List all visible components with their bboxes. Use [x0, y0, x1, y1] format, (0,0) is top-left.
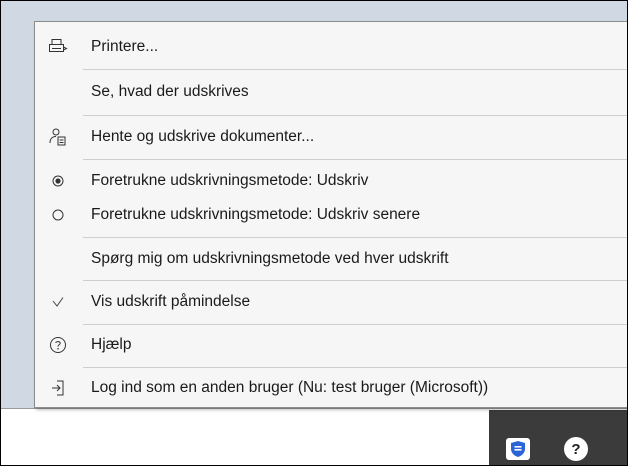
menu-item-label: Se, hvad der udskrives [91, 83, 249, 100]
menu-item-label: Printere... [91, 38, 159, 55]
menu-separator [83, 280, 627, 281]
menu-item-view-queue[interactable]: Se, hvad der udskrives [35, 75, 627, 109]
taskbar: ? [1, 408, 627, 465]
menu-item-help[interactable]: Hjælp [35, 328, 627, 362]
menu-separator [83, 159, 627, 160]
printer-icon [35, 30, 81, 64]
screen: ? Printere... Se, hvad der udskrives Hen… [0, 0, 628, 466]
menu-item-label: Vis udskrift påmindelse [91, 293, 251, 310]
menu-item-label: Hente og udskrive dokumenter... [91, 128, 315, 145]
help-icon [35, 328, 81, 362]
menu-separator [83, 115, 627, 116]
menu-item-label: Hjælp [91, 336, 132, 353]
menu-separator [83, 367, 627, 368]
checkmark-icon [35, 285, 81, 319]
menu-item-label: Log ind som en anden bruger (Nu: test br… [91, 379, 489, 396]
shield-icon[interactable] [506, 438, 530, 460]
menu-item-label: Spørg mig om udskrivningsmetode ved hver… [91, 250, 449, 267]
menu-item-fetch-print[interactable]: Hente og udskrive dokumenter... [35, 120, 627, 154]
menu-separator [83, 69, 627, 70]
menu-item-label: Foretrukne udskrivningsmetode: Udskriv [91, 172, 369, 189]
user-document-icon [35, 120, 81, 154]
menu-separator [83, 324, 627, 325]
menu-item-label: Foretrukne udskrivningsmetode: Udskriv s… [91, 206, 421, 223]
radio-empty-icon [35, 199, 81, 231]
menu-item-ask-method[interactable]: Spørg mig om udskrivningsmetode ved hver… [35, 242, 627, 276]
menu-separator [83, 237, 627, 238]
menu-item-method-print[interactable]: Foretrukne udskrivningsmetode: Udskriv [35, 165, 627, 197]
menu-item-printers[interactable]: Printere... [35, 30, 627, 64]
radio-selected-icon [35, 165, 81, 197]
help-icon[interactable]: ? [564, 437, 588, 461]
context-menu: Printere... Se, hvad der udskrives Hente… [34, 21, 627, 408]
menu-item-sign-in-other[interactable]: Log ind som en anden bruger (Nu: test br… [35, 371, 627, 405]
menu-item-show-reminder[interactable]: Vis udskrift påmindelse [35, 285, 627, 319]
menu-item-method-print-later[interactable]: Foretrukne udskrivningsmetode: Udskriv s… [35, 199, 627, 231]
sign-in-icon [35, 371, 81, 405]
